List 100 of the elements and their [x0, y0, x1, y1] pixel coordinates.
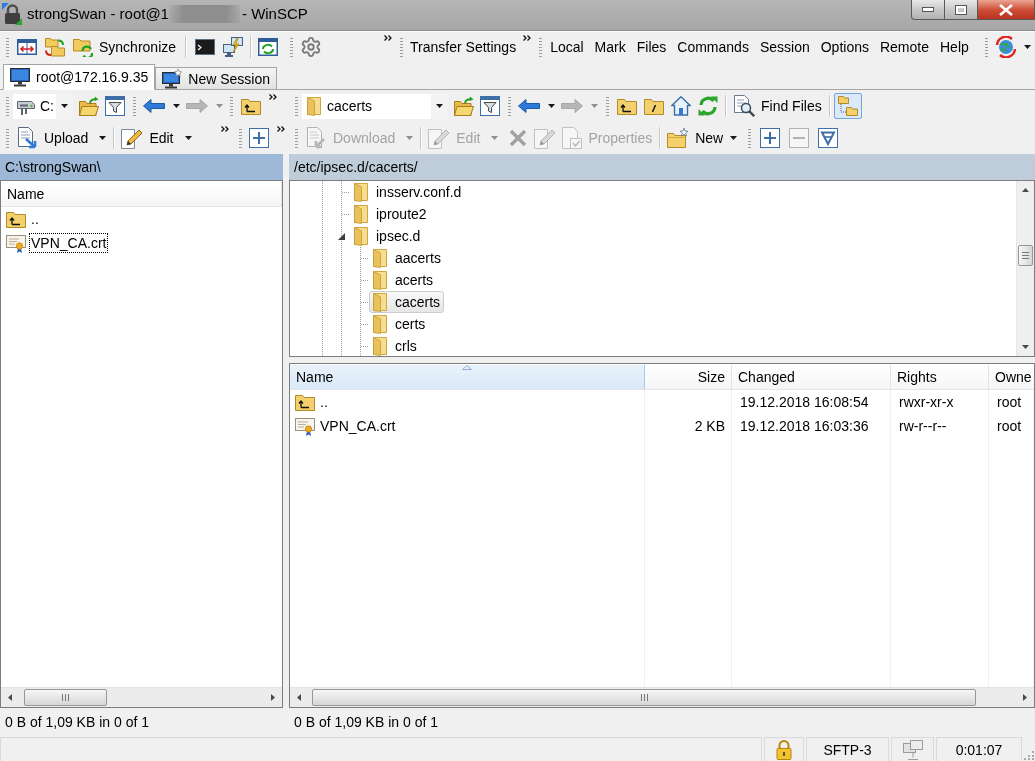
drive-dropdown[interactable]: C:	[13, 93, 73, 119]
minimize-button[interactable]	[911, 0, 945, 20]
grip-icon[interactable]	[133, 96, 136, 116]
upload-button[interactable]: Upload	[13, 125, 110, 151]
right-arrow-icon[interactable]	[1023, 694, 1027, 701]
transfer-settings-button[interactable]: Transfer Settings	[406, 34, 521, 60]
file-row[interactable]: VPN_CA.crt	[1, 231, 282, 255]
grip-icon[interactable]	[295, 128, 298, 148]
grip-icon[interactable]	[6, 37, 9, 57]
filter-button[interactable]	[477, 93, 503, 119]
grip-icon[interactable]	[984, 37, 988, 57]
synchronize-button[interactable]: Synchronize	[69, 34, 181, 60]
scrollbar-thumb[interactable]	[312, 689, 976, 706]
menu-item[interactable]: Commands	[672, 35, 754, 59]
home-button[interactable]	[668, 93, 694, 119]
tree-item[interactable]: cacerts	[369, 291, 445, 313]
menu-item[interactable]: Files	[631, 35, 672, 59]
grip-icon[interactable]	[295, 96, 298, 116]
vertical-scrollbar[interactable]	[1016, 181, 1034, 356]
column-header[interactable]: Size	[645, 365, 732, 389]
column-header[interactable]: Name	[1, 182, 282, 206]
current-path: /etc/ipsec.d/cacerts/	[289, 154, 1035, 180]
window-title: - WinSCP	[241, 5, 308, 23]
folder-icon	[305, 96, 323, 116]
double-chevron-icon[interactable]	[220, 126, 229, 132]
grip-icon[interactable]	[539, 37, 543, 57]
caret-icon	[591, 104, 598, 108]
new-button[interactable]: New	[664, 125, 741, 151]
double-chevron-icon[interactable]	[276, 126, 285, 132]
maximize-icon	[955, 4, 967, 15]
terminal-icon	[195, 37, 216, 57]
inverted-triangle-icon	[818, 128, 839, 148]
scrollbar-thumb[interactable]	[1018, 245, 1033, 266]
size-grip-icon	[1024, 750, 1034, 760]
file-row[interactable]: ..	[1, 207, 282, 231]
caret-icon	[173, 104, 180, 108]
settings-icon	[300, 36, 323, 58]
find-files-button[interactable]: Find Files	[730, 93, 825, 119]
parent-folder-icon	[241, 96, 261, 116]
document-arrow-icon	[305, 127, 327, 149]
page-check-icon	[562, 127, 583, 149]
folder-icon	[371, 292, 389, 312]
horizontal-scrollbar[interactable]	[1, 687, 282, 707]
scrollbar-thumb[interactable]	[24, 689, 107, 706]
double-chevron-icon[interactable]	[384, 35, 393, 41]
down-arrow-icon[interactable]	[1022, 345, 1029, 349]
refresh-icon	[698, 96, 718, 116]
tree-item[interactable]: aacerts	[369, 247, 445, 269]
grip-icon[interactable]	[606, 96, 609, 116]
column-header[interactable]: Changed	[732, 365, 891, 389]
caret-icon	[99, 136, 107, 140]
tree-item[interactable]: acerts	[369, 269, 438, 291]
tree-item[interactable]: insserv.conf.d	[350, 181, 466, 203]
file-row[interactable]: .. 19.12.2018 16:08:54 rwxr-xr-x root	[290, 390, 1034, 414]
grip-icon[interactable]	[400, 37, 404, 57]
page-pencil-icon	[428, 127, 451, 149]
double-chevron-icon[interactable]	[523, 35, 532, 41]
monitor-icon	[10, 67, 30, 87]
menu-item[interactable]: Help	[935, 35, 974, 59]
monitor-star-icon	[162, 68, 183, 89]
back-arrow-icon	[143, 98, 165, 114]
folder-sync-icon	[73, 37, 93, 57]
menu-item[interactable]: Mark	[589, 35, 631, 59]
directory-dropdown[interactable]: cacerts	[302, 93, 448, 119]
file-row[interactable]: VPN_CA.crt 2 KB 19.12.2018 16:03:36 rw-r--r-- root	[290, 414, 1034, 438]
grip-icon[interactable]	[6, 96, 9, 116]
menu-item[interactable]: Options	[815, 35, 874, 59]
caret-icon	[406, 136, 414, 140]
right-arrow-icon[interactable]	[271, 694, 275, 701]
grip-icon[interactable]	[238, 128, 242, 148]
double-chevron-icon[interactable]	[269, 94, 277, 100]
menu-item[interactable]: Local	[545, 35, 589, 59]
left-arrow-icon[interactable]	[297, 694, 301, 701]
session-tab[interactable]: root@172.16.9.35	[3, 64, 156, 90]
column-header[interactable]: Rights	[891, 365, 989, 389]
expanded-triangle-icon[interactable]	[338, 232, 345, 240]
horizontal-scrollbar[interactable]	[290, 687, 1034, 707]
maximize-button[interactable]	[945, 0, 978, 20]
up-arrow-icon[interactable]	[1022, 188, 1029, 192]
grip-icon[interactable]	[508, 96, 511, 116]
session-tab[interactable]: New Session	[155, 67, 277, 90]
tree-item[interactable]: certs	[369, 313, 430, 335]
tree-item[interactable]: ipsec.d	[350, 225, 425, 247]
tree-item[interactable]: iproute2	[350, 203, 431, 225]
menu-item[interactable]: Remote	[874, 35, 934, 59]
grip-icon[interactable]	[230, 96, 233, 116]
grip-icon[interactable]	[290, 37, 294, 57]
tree-toggle-button[interactable]	[833, 93, 862, 119]
close-button[interactable]	[978, 0, 1035, 20]
grip-icon[interactable]	[6, 128, 9, 148]
globe-arrows-icon	[994, 36, 1017, 58]
edit-button[interactable]: Edit	[118, 125, 195, 151]
left-arrow-icon[interactable]	[8, 694, 12, 701]
padlock-icon	[2, 3, 22, 25]
menu-item[interactable]: Session	[754, 35, 815, 59]
grip-icon[interactable]	[748, 128, 752, 148]
filter-button[interactable]	[102, 93, 128, 119]
column-header[interactable]: Name	[290, 365, 645, 389]
filter-icon	[105, 96, 125, 116]
tree-item[interactable]: crls	[369, 335, 421, 356]
